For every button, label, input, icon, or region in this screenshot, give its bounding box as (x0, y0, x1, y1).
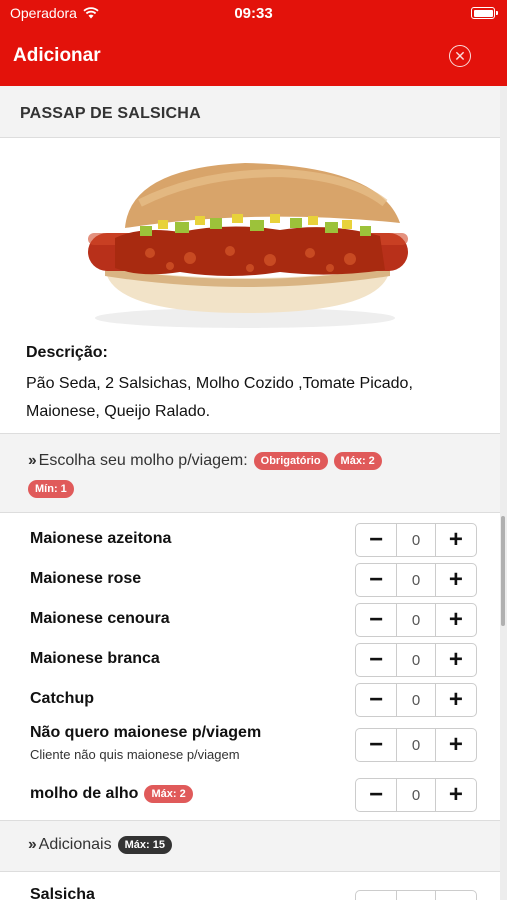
quantity-value: 0 (396, 684, 436, 716)
quantity-stepper: − 0 + (355, 778, 477, 812)
battery-icon (471, 7, 498, 19)
minus-button[interactable] (356, 891, 396, 900)
quantity-value: 0 (396, 604, 436, 636)
option-label: Maionese branca (30, 650, 160, 667)
sauce-section-title: Escolha seu molho p/viagem: (38, 452, 248, 469)
minus-button[interactable]: − (356, 684, 396, 716)
option-row: Não quero maionese p/viagem Cliente não … (0, 721, 500, 775)
minus-button[interactable]: − (356, 604, 396, 636)
plus-button[interactable]: + (436, 524, 476, 556)
product-title: PASSAP DE SALSICHA (20, 105, 201, 122)
quantity-stepper: − 0 + (355, 603, 477, 637)
max-badge: Máx: 2 (144, 785, 193, 803)
option-row: Catchup − 0 + (0, 681, 500, 719)
quantity-value (396, 891, 436, 900)
status-bar: Operadora 09:33 (0, 0, 507, 26)
required-badge: Obrigatório (253, 452, 328, 470)
minus-button[interactable]: − (356, 644, 396, 676)
min-badge: Mín: 1 (28, 480, 74, 498)
option-label: Salsicha (30, 886, 95, 900)
quantity-stepper: − 0 + (355, 643, 477, 677)
option-label: molho de alho (30, 785, 139, 802)
sauce-section-min-row: Mín: 1 (22, 479, 74, 498)
option-sublabel: Cliente não quis maionese p/viagem (30, 747, 240, 762)
quantity-stepper: − 0 + (355, 683, 477, 717)
nav-title: Adicionar (13, 45, 101, 66)
quantity-value: 0 (396, 524, 436, 556)
plus-button[interactable]: + (436, 779, 476, 811)
hotdog-image (88, 163, 408, 328)
option-row: Maionese azeitona − 0 + (0, 521, 500, 559)
scrollbar[interactable] (501, 516, 505, 626)
option-label: Maionese rose (30, 570, 142, 587)
double-chevron-right-icon: ›› (28, 836, 37, 853)
max-badge: Máx: 15 (117, 836, 172, 854)
option-row: Maionese rose − 0 + (0, 561, 500, 599)
option-label: Maionese cenoura (30, 610, 170, 627)
sauce-section-title-row: ›› Escolha seu molho p/viagem: Obrigatór… (28, 452, 382, 470)
extras-section-title: Adicionais (38, 836, 112, 853)
quantity-value: 0 (396, 644, 436, 676)
double-chevron-right-icon: ›› (28, 452, 37, 469)
option-label: Não quero maionese p/viagem (30, 724, 262, 741)
max-badge: Máx: 2 (333, 452, 382, 470)
minus-button[interactable]: − (356, 564, 396, 596)
plus-button[interactable]: + (436, 604, 476, 636)
minus-button[interactable]: − (356, 729, 396, 761)
option-label-row: molho de alho Máx: 2 (30, 785, 193, 803)
extras-section-header: ›› Adicionais Máx: 15 (0, 820, 500, 872)
quantity-value: 0 (396, 729, 436, 761)
close-icon[interactable]: ✕ (449, 45, 471, 67)
content-scroll[interactable]: PASSAP DE SALSICHA Descrição: Pão Seda, … (0, 86, 507, 900)
product-header: PASSAP DE SALSICHA (0, 86, 500, 138)
quantity-stepper (355, 890, 477, 900)
minus-button[interactable]: − (356, 524, 396, 556)
plus-button[interactable]: + (436, 684, 476, 716)
plus-button[interactable]: + (436, 729, 476, 761)
option-label: Maionese azeitona (30, 530, 172, 547)
option-row: molho de alho Máx: 2 − 0 + (0, 775, 500, 815)
sauce-options-list: Maionese azeitona − 0 + Maionese rose − … (0, 513, 500, 820)
quantity-stepper: − 0 + (355, 563, 477, 597)
plus-button[interactable] (436, 891, 476, 900)
quantity-value: 0 (396, 564, 436, 596)
description-label: Descrição: (26, 344, 108, 361)
description-text: Pão Seda, 2 Salsichas, Molho Cozido ,Tom… (26, 375, 413, 420)
extras-section-title-row: ›› Adicionais Máx: 15 (28, 836, 172, 854)
minus-button[interactable]: − (356, 779, 396, 811)
plus-button[interactable]: + (436, 644, 476, 676)
quantity-stepper: − 0 + (355, 728, 477, 762)
quantity-value: 0 (396, 779, 436, 811)
product-card: Descrição: Pão Seda, 2 Salsichas, Molho … (0, 138, 500, 433)
clock: 09:33 (234, 5, 273, 22)
option-label: Catchup (30, 690, 94, 707)
quantity-stepper: − 0 + (355, 523, 477, 557)
option-row: Maionese branca − 0 + (0, 641, 500, 679)
plus-button[interactable]: + (436, 564, 476, 596)
nav-bar: Adicionar ✕ (0, 26, 507, 86)
option-row: Maionese cenoura − 0 + (0, 601, 500, 639)
extras-item-row: Salsicha (0, 872, 500, 900)
sauce-section-header: ›› Escolha seu molho p/viagem: Obrigatór… (0, 433, 500, 513)
